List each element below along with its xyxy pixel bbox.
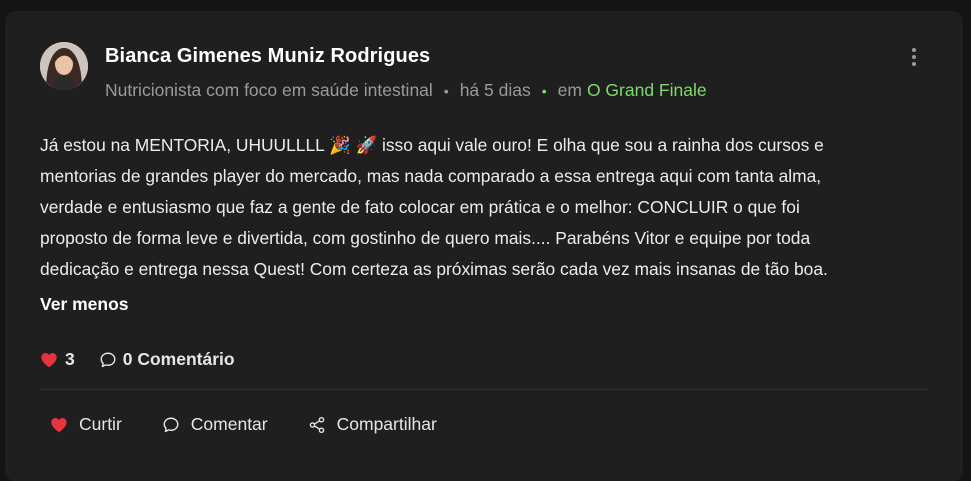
speech-bubble-icon bbox=[163, 417, 179, 432]
share-button[interactable]: Compartilhar bbox=[308, 414, 437, 435]
group-prefix: em bbox=[557, 80, 582, 100]
post-actions: Curtir Comentar Compartilhar bbox=[50, 414, 437, 435]
share-icon bbox=[309, 416, 324, 433]
post-body-line: proposto de forma leve e divertida, com … bbox=[40, 228, 811, 248]
post-body-line: mentorias de grandes player do mercado, … bbox=[40, 166, 822, 186]
post-body-line: Já estou na MENTORIA, UHUULLLL 🎉 🚀 isso … bbox=[40, 135, 824, 155]
meta-separator: • bbox=[443, 82, 449, 99]
heart-icon bbox=[51, 417, 67, 432]
heart-icon bbox=[41, 352, 57, 367]
author-name[interactable]: Bianca Gimenes Muniz Rodrigues bbox=[105, 45, 430, 68]
kebab-menu-icon[interactable] bbox=[905, 46, 923, 68]
like-button-label: Curtir bbox=[79, 414, 122, 434]
like-stat[interactable]: 3 bbox=[40, 349, 75, 370]
avatar[interactable] bbox=[40, 42, 88, 90]
kebab-dot bbox=[912, 62, 916, 66]
like-button[interactable]: Curtir bbox=[50, 414, 122, 435]
post-body-line: dedicação e entrega nessa Quest! Com cer… bbox=[40, 259, 828, 279]
speech-bubble-icon bbox=[100, 352, 116, 367]
kebab-dot bbox=[912, 55, 916, 59]
comment-stat[interactable]: 0 Comentário bbox=[99, 349, 235, 370]
author-headline: Nutricionista com foco em saúde intestin… bbox=[105, 80, 433, 100]
post-card: Bianca Gimenes Muniz Rodrigues Nutricion… bbox=[5, 11, 963, 481]
avatar-image bbox=[40, 42, 88, 90]
post-meta: Nutricionista com foco em saúde intestin… bbox=[105, 80, 707, 101]
see-less-link[interactable]: Ver menos bbox=[40, 294, 129, 315]
post-body-line: verdade e entusiasmo que faz a gente de … bbox=[40, 197, 800, 217]
like-count: 3 bbox=[65, 349, 75, 369]
post-stats: 3 0 Comentário bbox=[40, 349, 235, 370]
comment-button[interactable]: Comentar bbox=[162, 414, 268, 435]
comment-count: 0 Comentário bbox=[122, 349, 235, 369]
post-time: há 5 dias bbox=[459, 80, 531, 100]
comment-button-label: Comentar bbox=[190, 414, 268, 434]
share-button-label: Compartilhar bbox=[336, 414, 437, 434]
divider bbox=[40, 389, 928, 390]
kebab-dot bbox=[912, 48, 916, 52]
meta-separator: • bbox=[541, 82, 547, 99]
group-link[interactable]: O Grand Finale bbox=[587, 80, 707, 101]
post-body: Já estou na MENTORIA, UHUULLLL 🎉 🚀 isso … bbox=[40, 130, 920, 285]
